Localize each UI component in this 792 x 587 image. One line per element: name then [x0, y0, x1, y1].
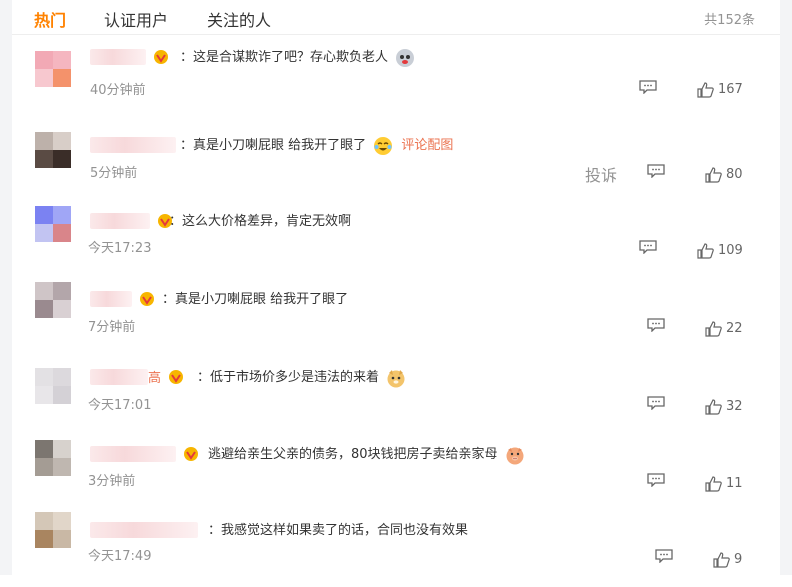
- tab-hot[interactable]: 热门: [34, 7, 66, 31]
- reply-icon[interactable]: [639, 80, 657, 94]
- like-count: 11: [726, 476, 743, 491]
- thumbs-up-icon: [713, 551, 730, 568]
- username[interactable]: [90, 210, 173, 230]
- comment-item: ：这么大价格差异，肯定无效啊 今天17:23 109: [12, 200, 780, 277]
- reply-icon[interactable]: [647, 318, 665, 332]
- avatar[interactable]: [35, 440, 71, 476]
- like-count: 167: [718, 82, 743, 97]
- comment-item: 高 ：低于市场价多少是违法的来着 今天17:01 32: [12, 356, 780, 433]
- username-fragment: 高: [148, 371, 162, 386]
- username-blurred: [90, 136, 176, 153]
- thumbs-up-icon: [705, 320, 722, 337]
- like-count: 32: [726, 399, 743, 414]
- avatar[interactable]: [35, 512, 71, 548]
- avatar[interactable]: [35, 206, 71, 242]
- like-count: 109: [718, 243, 743, 258]
- thumbs-up-icon: [697, 242, 714, 259]
- username-blurred: [90, 445, 176, 462]
- reply-icon[interactable]: [647, 164, 665, 178]
- like-button[interactable]: 9: [713, 549, 743, 568]
- vip-badge-icon: [184, 446, 199, 461]
- comment-time: 今天17:49: [88, 549, 152, 564]
- comment-image-link[interactable]: 评论配图: [401, 138, 453, 153]
- thumbs-up-icon: [705, 398, 722, 415]
- like-button[interactable]: 167: [697, 79, 743, 98]
- like-button[interactable]: 22: [705, 318, 743, 337]
- doge-icon: [387, 369, 405, 387]
- vip-badge-icon: [140, 291, 155, 306]
- username[interactable]: [90, 443, 199, 463]
- comment-tabs: 热门 认证用户 关注的人 共152条: [0, 0, 792, 34]
- avatar[interactable]: [35, 282, 71, 318]
- comment-item: ：真是小刀喇屁眼 给我开了眼了 7分钟前 22: [12, 278, 780, 355]
- tab-verified-users[interactable]: 认证用户: [104, 7, 168, 31]
- pig-icon: [506, 447, 524, 464]
- comment-total: 共152条: [704, 13, 755, 28]
- comment-item: ：我感觉这样如果卖了的话，合同也没有效果 今天17:49 9: [12, 510, 780, 587]
- comment-time: 7分钟前: [88, 320, 136, 335]
- like-count: 9: [734, 552, 743, 567]
- comment-time: 3分钟前: [88, 474, 136, 489]
- like-count: 22: [726, 321, 743, 336]
- avatar[interactable]: [35, 132, 71, 168]
- left-gutter: [0, 0, 12, 575]
- tab-divider: [12, 34, 780, 35]
- username-blurred: [90, 521, 198, 538]
- comment-time: 40分钟前: [90, 83, 146, 98]
- username-blurred: [90, 48, 146, 65]
- username[interactable]: [90, 519, 198, 539]
- comment-item: ：这是合谋欺诈了吧？存心欺负老人 40分钟前 167: [12, 43, 780, 120]
- vip-badge-icon: [169, 369, 184, 384]
- username-blurred: [90, 212, 150, 229]
- thumbs-up-icon: [705, 166, 722, 183]
- like-button[interactable]: 11: [705, 473, 743, 492]
- report-button[interactable]: 投诉: [585, 162, 617, 186]
- reply-icon[interactable]: [655, 549, 673, 563]
- like-count: 80: [726, 167, 743, 182]
- comment-item: ：真是小刀喇屁眼 给我开了眼了 评论配图 5分钟前 投诉 80: [12, 122, 780, 199]
- comment-text: ：真是小刀喇屁眼 给我开了眼了 评论配图: [180, 134, 453, 156]
- thumbs-up-icon: [697, 81, 714, 98]
- comment-text: 逃避给亲生父亲的债务，80块钱把房子卖给亲家母: [208, 443, 525, 465]
- reply-icon[interactable]: [639, 240, 657, 254]
- comment-time: 5分钟前: [90, 166, 138, 181]
- comment-text: ：这是合谋欺诈了吧？存心欺负老人: [180, 46, 415, 68]
- avatar[interactable]: [35, 51, 71, 87]
- username-blurred: [90, 368, 148, 385]
- reply-icon[interactable]: [647, 473, 665, 487]
- laugh-cry-icon: [374, 136, 393, 155]
- reply-icon[interactable]: [647, 396, 665, 410]
- right-gutter: [780, 0, 792, 575]
- username[interactable]: [90, 288, 155, 308]
- avatar[interactable]: [35, 368, 71, 404]
- tab-following[interactable]: 关注的人: [207, 7, 271, 31]
- comment-text: ：我感觉这样如果卖了的话，合同也没有效果: [208, 523, 469, 538]
- face-icon: [396, 48, 415, 67]
- comment-item: 逃避给亲生父亲的债务，80块钱把房子卖给亲家母 3分钟前 11: [12, 433, 780, 510]
- comment-text: ：这么大价格差异，肯定无效啊: [169, 214, 352, 229]
- comment-text: ：低于市场价多少是违法的来着: [197, 366, 406, 388]
- username[interactable]: 高: [90, 366, 184, 386]
- comment-time: 今天17:01: [88, 398, 152, 413]
- username[interactable]: [90, 46, 169, 66]
- like-button[interactable]: 80: [705, 164, 743, 183]
- comment-time: 今天17:23: [88, 241, 152, 256]
- like-button[interactable]: 109: [697, 240, 743, 259]
- username-blurred: [90, 290, 132, 307]
- like-button[interactable]: 32: [705, 396, 743, 415]
- comment-text: ：真是小刀喇屁眼 给我开了眼了: [162, 292, 349, 307]
- username[interactable]: [90, 134, 176, 154]
- thumbs-up-icon: [705, 475, 722, 492]
- vip-badge-icon: [154, 49, 169, 64]
